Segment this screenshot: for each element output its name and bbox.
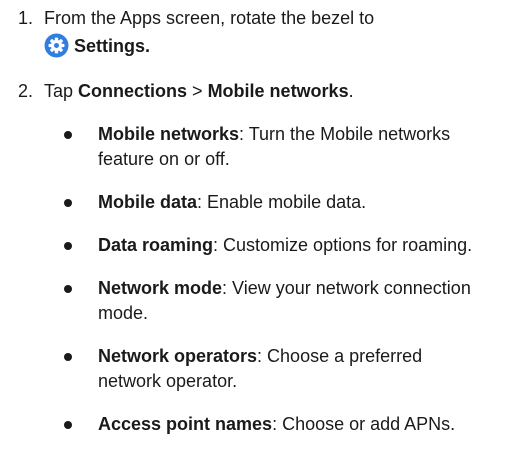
bullet-description: : Choose or add APNs.: [272, 414, 456, 434]
bullet-dot: [64, 131, 72, 139]
bullet-text: Mobile networks: Turn the Mobile network…: [98, 122, 498, 172]
step-1: 1. From the Apps screen, rotate the beze…: [0, 6, 509, 62]
step-prefix: Tap: [44, 81, 79, 101]
bullet-dot: [64, 285, 72, 293]
bullet-description: : Customize options for roaming.: [213, 235, 473, 255]
list-item: Network operators: Choose a preferred ne…: [64, 344, 502, 394]
list-item: Network mode: View your network connecti…: [64, 276, 502, 326]
mobile-networks-label: Mobile networks: [207, 81, 349, 101]
bullet-dot: [64, 421, 72, 429]
step-2: 2. Tap Connections > Mobile networks.: [0, 79, 509, 104]
path-separator: >: [187, 81, 208, 101]
settings-reference: Settings.: [44, 33, 499, 59]
settings-label: Settings.: [74, 36, 151, 56]
bullet-text: Network operators: Choose a preferred ne…: [98, 344, 488, 394]
list-item: Access point names: Choose or add APNs.: [64, 412, 502, 437]
step-number: 1.: [18, 8, 34, 28]
step-text: Tap Connections > Mobile networks.: [44, 79, 499, 104]
bullet-description: : Enable mobile data.: [197, 192, 367, 212]
list-item: Mobile networks: Turn the Mobile network…: [64, 122, 502, 172]
step-instruction: From the Apps screen, rotate the bezel t…: [44, 8, 375, 28]
step-suffix: .: [348, 81, 354, 101]
bullet-term: Data roaming: [98, 235, 214, 255]
bullet-term: Mobile data: [98, 192, 198, 212]
list-item: Data roaming: Customize options for roam…: [64, 233, 502, 258]
step-text: From the Apps screen, rotate the bezel t…: [44, 6, 499, 59]
bullet-dot: [64, 199, 72, 207]
step-number: 2.: [18, 81, 34, 101]
settings-gear-icon: [44, 33, 69, 58]
bullet-text: Network mode: View your network connecti…: [98, 276, 498, 326]
bullet-term: Network mode: [98, 278, 223, 298]
bullet-term: Network operators: [98, 346, 258, 366]
connections-label: Connections: [78, 81, 188, 101]
bullet-dot: [64, 242, 72, 250]
list-item: Mobile data: Enable mobile data.: [64, 190, 502, 215]
bullet-text: Data roaming: Customize options for roam…: [98, 233, 508, 258]
bullet-text: Access point names: Choose or add APNs.: [98, 412, 508, 437]
bullet-text: Mobile data: Enable mobile data.: [98, 190, 508, 215]
bullet-dot: [64, 353, 72, 361]
bullet-term: Mobile networks: [98, 124, 240, 144]
bullet-term: Access point names: [98, 414, 273, 434]
